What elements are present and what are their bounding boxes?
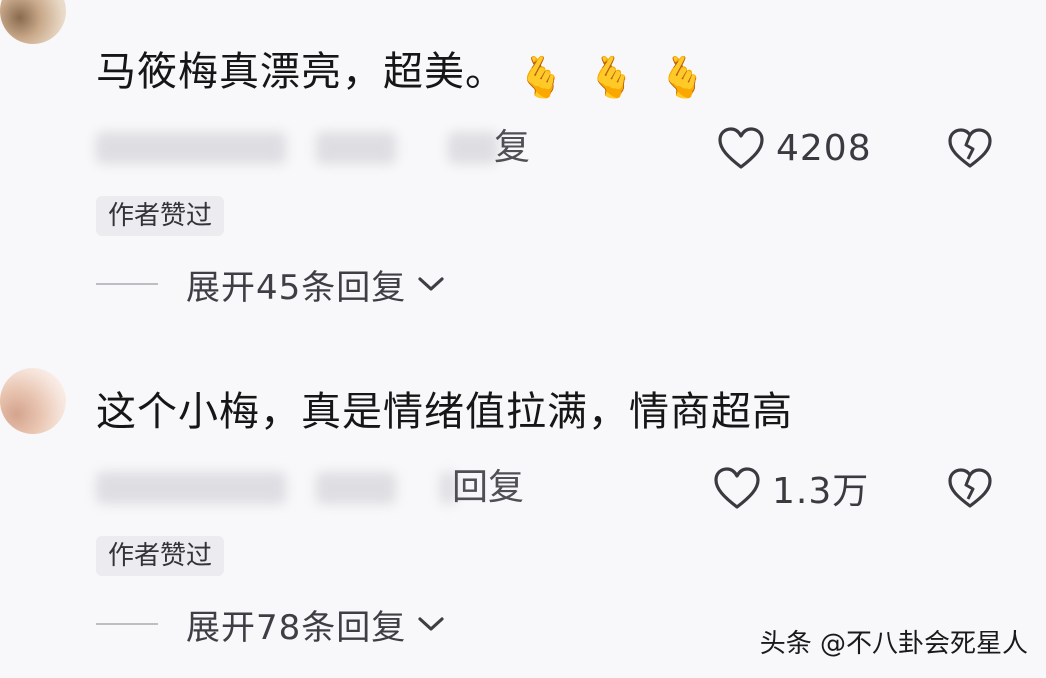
comment-meta: 复 4208 bbox=[96, 124, 1016, 172]
finger-heart-emoji: 🫰 bbox=[657, 55, 709, 101]
like-button[interactable]: 4208 bbox=[716, 124, 872, 172]
comment-meta: 回复 1.3万 bbox=[96, 464, 1016, 512]
avatar[interactable] bbox=[0, 0, 66, 44]
like-count: 4208 bbox=[776, 127, 872, 169]
comment-item: 这个小梅，真是情绪值拉满，情商超高 回复 1.3万 作者赞过 展开78条回复 bbox=[0, 358, 1046, 658]
finger-heart-emoji: 🫰 bbox=[586, 55, 638, 101]
comment-text: 马筱梅真漂亮，超美。 🫰 🫰 🫰 bbox=[96, 48, 728, 102]
like-button[interactable]: 1.3万 bbox=[712, 464, 869, 512]
expand-replies[interactable]: 展开45条回复 bbox=[96, 262, 446, 308]
reply-button[interactable]: 复 bbox=[494, 126, 530, 170]
expand-replies-label: 展开78条回复 bbox=[186, 607, 407, 648]
blurred-timestamp bbox=[96, 132, 286, 164]
comment-text: 这个小梅，真是情绪值拉满，情商超高 bbox=[96, 388, 793, 436]
author-liked-badge: 作者赞过 bbox=[96, 536, 225, 576]
broken-heart-icon[interactable] bbox=[946, 126, 994, 170]
emoji-group: 🫰 🫰 🫰 bbox=[516, 54, 728, 102]
expand-replies[interactable]: 展开78条回复 bbox=[96, 602, 446, 648]
chevron-down-icon bbox=[418, 617, 444, 631]
divider bbox=[96, 283, 158, 285]
blurred-location bbox=[316, 132, 396, 164]
blurred-timestamp bbox=[96, 472, 286, 504]
comment-body: 马筱梅真漂亮，超美。 bbox=[96, 49, 506, 95]
author-liked-badge: 作者赞过 bbox=[96, 196, 225, 236]
heart-outline-icon bbox=[714, 467, 760, 509]
reply-button[interactable]: 回复 bbox=[452, 466, 524, 510]
heart-outline-icon bbox=[718, 127, 764, 169]
expand-replies-label: 展开45条回复 bbox=[186, 267, 407, 308]
blurred-reply-prefix bbox=[448, 132, 498, 164]
comment-body: 这个小梅，真是情绪值拉满，情商超高 bbox=[96, 389, 793, 435]
broken-heart-icon[interactable] bbox=[946, 466, 994, 510]
watermark: 头条 @不八卦会死星人 bbox=[759, 629, 1028, 659]
avatar[interactable] bbox=[0, 368, 66, 434]
comment-item: 马筱梅真漂亮，超美。 🫰 🫰 🫰 复 4208 作者赞过 展开45条回复 bbox=[0, 0, 1046, 320]
finger-heart-emoji: 🫰 bbox=[516, 55, 567, 101]
like-count: 1.3万 bbox=[772, 471, 870, 512]
divider bbox=[96, 623, 158, 625]
blurred-location bbox=[316, 472, 396, 504]
chevron-down-icon bbox=[418, 277, 444, 291]
